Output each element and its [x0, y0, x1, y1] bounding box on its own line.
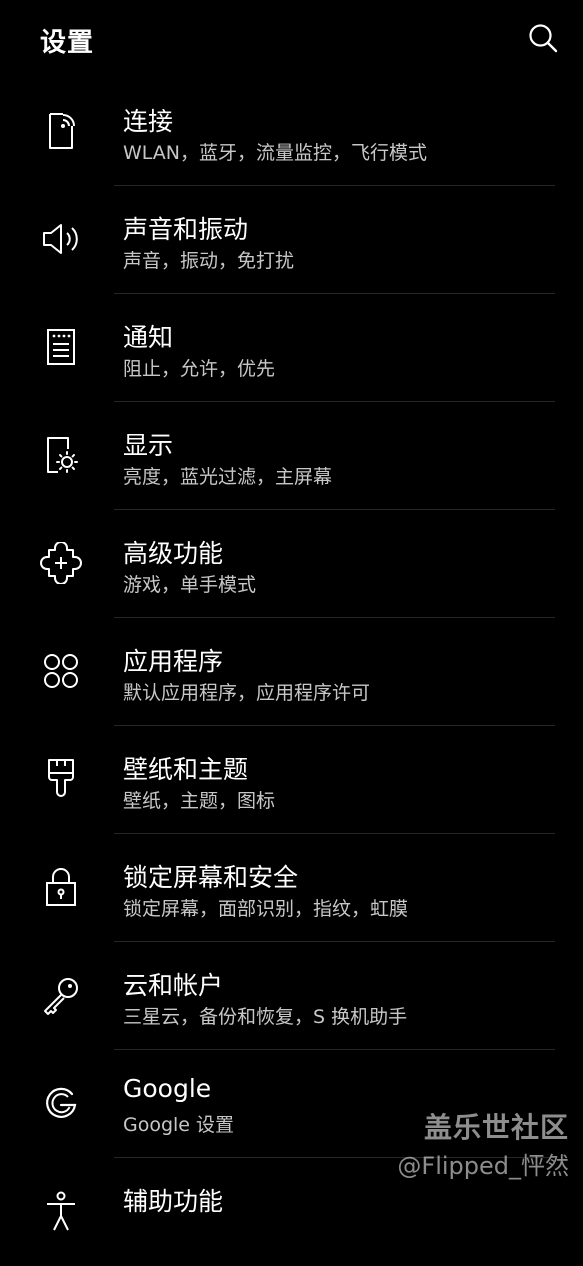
settings-item-wallpaper-themes[interactable]: 壁纸和主题 壁纸，主题，图标: [0, 726, 583, 834]
watermark-user: @Flipped_怦然: [397, 1152, 569, 1180]
settings-item-subtitle: WLAN，蓝牙，流量监控，飞行模式: [123, 142, 428, 164]
settings-item-subtitle: Google 设置: [123, 1114, 235, 1136]
settings-item-subtitle: 锁定屏幕，面部识别，指纹，虹膜: [123, 898, 409, 920]
key-icon: [38, 972, 84, 1018]
apps-grid-icon: [38, 648, 84, 694]
settings-item-apps[interactable]: 应用程序 默认应用程序，应用程序许可: [0, 618, 583, 726]
connections-icon: [38, 108, 84, 154]
search-icon: [529, 24, 558, 53]
settings-item-title: 锁定屏幕和安全: [123, 863, 299, 892]
puzzle-plus-icon: [38, 540, 84, 586]
settings-item-title: 通知: [123, 323, 174, 352]
settings-item-title: 应用程序: [123, 647, 224, 676]
paint-brush-icon: [38, 756, 84, 802]
search-button[interactable]: [523, 18, 563, 58]
settings-item-title: 高级功能: [123, 539, 224, 568]
accessibility-icon: [38, 1188, 84, 1234]
settings-item-connections[interactable]: 连接 WLAN，蓝牙，流量监控，飞行模式: [0, 78, 583, 186]
settings-item-subtitle: 声音，振动，免打扰: [123, 250, 295, 272]
settings-item-subtitle: 亮度，蓝光过滤，主屏幕: [123, 466, 333, 488]
settings-item-notifications[interactable]: 通知 阻止，允许，优先: [0, 294, 583, 402]
settings-item-advanced-features[interactable]: 高级功能 游戏，单手模式: [0, 510, 583, 618]
settings-item-subtitle: 游戏，单手模式: [123, 574, 257, 596]
settings-item-title: 显示: [123, 431, 174, 460]
settings-item-cloud-accounts[interactable]: 云和帐户 三星云，备份和恢复，S 换机助手: [0, 942, 583, 1050]
speaker-icon: [38, 216, 84, 262]
display-brightness-icon: [38, 432, 84, 478]
settings-item-subtitle: 壁纸，主题，图标: [123, 790, 276, 812]
app-header: 设置: [0, 0, 583, 80]
settings-item-display[interactable]: 显示 亮度，蓝光过滤，主屏幕: [0, 402, 583, 510]
notifications-icon: [38, 324, 84, 370]
settings-item-title: 云和帐户: [123, 971, 224, 1000]
page-title: 设置: [40, 28, 95, 58]
watermark-site: 盖乐世社区: [423, 1111, 569, 1144]
settings-item-title: 连接: [123, 107, 174, 136]
settings-item-title: Google: [123, 1074, 212, 1103]
settings-item-title: 壁纸和主题: [123, 755, 249, 784]
settings-list: 连接 WLAN，蓝牙，流量监控，飞行模式 声音和振动 声音，振动，免打扰 通知 …: [0, 78, 583, 1266]
settings-item-title: 声音和振动: [123, 215, 249, 244]
settings-item-sound-vibration[interactable]: 声音和振动 声音，振动，免打扰: [0, 186, 583, 294]
settings-item-subtitle: 三星云，备份和恢复，S 换机助手: [123, 1006, 408, 1028]
google-icon: [38, 1080, 84, 1126]
settings-item-subtitle: 阻止，允许，优先: [123, 358, 276, 380]
settings-item-title: 辅助功能: [123, 1187, 224, 1216]
lock-icon: [38, 864, 84, 910]
settings-item-lock-screen-security[interactable]: 锁定屏幕和安全 锁定屏幕，面部识别，指纹，虹膜: [0, 834, 583, 942]
settings-item-subtitle: 默认应用程序，应用程序许可: [123, 682, 371, 704]
